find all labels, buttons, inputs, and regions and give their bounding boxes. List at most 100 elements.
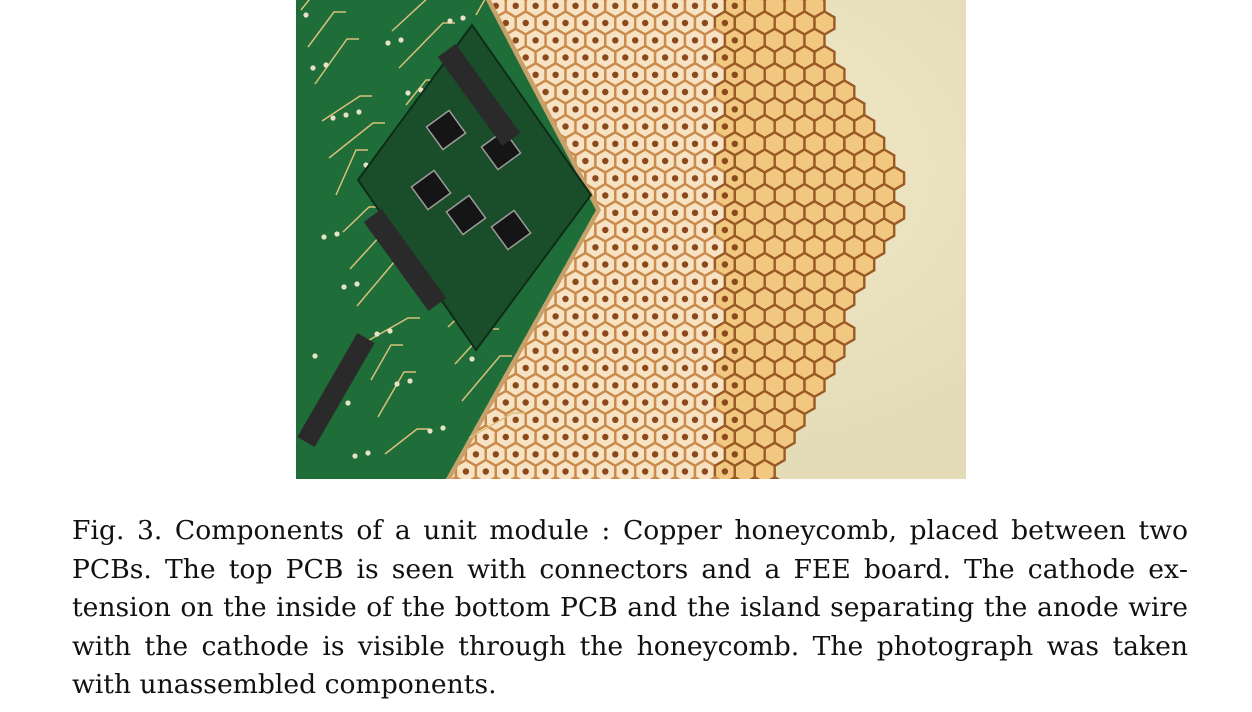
anode-pad: [522, 19, 529, 27]
anode-pad: [701, 330, 709, 337]
anode-pad: [582, 123, 589, 130]
anode-pad: [731, 71, 738, 79]
pcb-via: [447, 18, 453, 24]
anode-pad: [691, 140, 699, 147]
anode-pad: [622, 157, 629, 165]
anode-pad: [691, 71, 699, 79]
anode-pad: [681, 192, 689, 199]
anode-pad: [661, 399, 669, 406]
anode-pad: [532, 451, 539, 458]
anode-pad: [642, 19, 649, 27]
anode-pad: [711, 382, 719, 389]
anode-pad: [671, 347, 679, 354]
anode-pad: [721, 54, 729, 61]
anode-pad: [632, 244, 639, 251]
anode-pad: [542, 399, 549, 406]
anode-pad: [721, 330, 729, 337]
honeycomb-cell: [753, 458, 776, 479]
anode-pad: [661, 88, 669, 96]
anode-pad: [492, 451, 499, 458]
anode-pad: [622, 54, 629, 61]
anode-pad: [671, 313, 679, 320]
pcb-via: [385, 40, 391, 46]
anode-pad: [592, 175, 599, 182]
anode-pad: [681, 88, 689, 96]
anode-pad: [651, 416, 659, 423]
anode-pad: [562, 399, 569, 406]
anode-pad: [711, 2, 719, 9]
anode-pad: [731, 140, 738, 147]
anode-pad: [671, 175, 679, 182]
anode-pad: [711, 313, 719, 320]
anode-pad: [642, 399, 649, 406]
anode-pad: [552, 451, 559, 458]
anode-pad: [582, 54, 589, 61]
anode-pad: [562, 54, 569, 61]
anode-pad: [592, 71, 599, 79]
anode-pad: [622, 330, 629, 337]
anode-pad: [642, 295, 649, 303]
anode-pad: [592, 37, 599, 44]
anode-pad: [701, 468, 709, 475]
anode-pad: [512, 37, 519, 44]
anode-pad: [671, 416, 679, 423]
anode-pad: [671, 140, 679, 147]
anode-pad: [502, 468, 509, 475]
anode-pad: [512, 2, 519, 9]
anode-pad: [711, 106, 719, 113]
anode-pad: [642, 54, 649, 61]
anode-pad: [582, 330, 589, 337]
anode-pad: [572, 451, 579, 458]
pcb-via: [354, 281, 360, 287]
anode-pad: [522, 399, 529, 406]
anode-pad: [671, 106, 679, 113]
anode-pad: [622, 399, 629, 406]
anode-pad: [731, 451, 738, 458]
anode-pad: [701, 88, 709, 96]
anode-pad: [542, 54, 549, 61]
anode-pad: [602, 330, 609, 337]
anode-pad: [651, 382, 659, 389]
anode-pad: [602, 364, 609, 372]
anode-pad: [602, 261, 609, 268]
anode-pad: [582, 468, 589, 475]
anode-pad: [572, 278, 579, 285]
anode-pad: [572, 347, 579, 354]
anode-pad: [661, 433, 669, 441]
anode-pad: [552, 313, 559, 320]
anode-pad: [681, 54, 689, 61]
anode-pad: [522, 468, 529, 475]
anode-pad: [632, 347, 639, 354]
pcb-via: [387, 328, 393, 334]
anode-pad: [642, 330, 649, 337]
anode-pad: [661, 157, 669, 165]
anode-pad: [582, 433, 589, 441]
anode-pad: [691, 451, 699, 458]
anode-pad: [691, 106, 699, 113]
anode-pad: [681, 433, 689, 441]
pcb-via: [334, 231, 340, 237]
anode-pad: [721, 88, 729, 96]
anode-pad: [562, 123, 569, 130]
anode-pad: [612, 71, 619, 79]
anode-pad: [582, 261, 589, 268]
anode-pad: [701, 399, 709, 406]
pcb-via: [356, 109, 362, 115]
anode-pad: [592, 278, 599, 285]
anode-pad: [622, 261, 629, 268]
anode-pad: [701, 433, 709, 441]
pcb-via: [303, 12, 309, 18]
anode-pad: [552, 106, 559, 113]
anode-pad: [711, 278, 719, 285]
anode-pad: [632, 313, 639, 320]
anode-pad: [671, 244, 679, 251]
anode-pad: [622, 19, 629, 27]
anode-pad: [701, 123, 709, 130]
pcb-via: [405, 90, 411, 96]
anode-pad: [612, 382, 619, 389]
anode-pad: [711, 416, 719, 423]
anode-pad: [701, 19, 709, 27]
anode-pad: [661, 261, 669, 268]
anode-pad: [552, 382, 559, 389]
anode-pad: [632, 71, 639, 79]
